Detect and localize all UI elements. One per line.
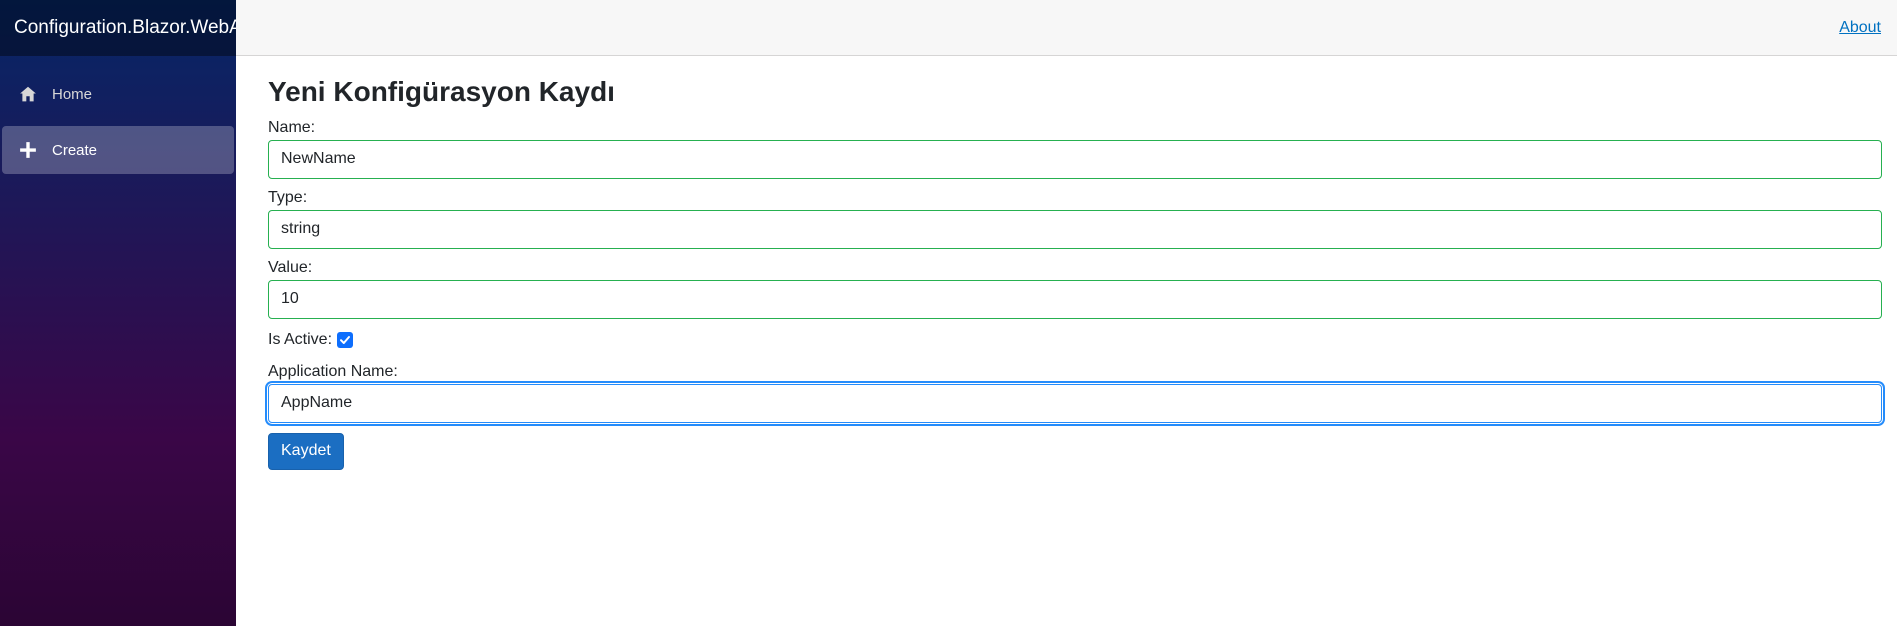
brand-bar: Configuration.Blazor.WebApp xyxy=(0,0,236,56)
home-icon xyxy=(18,84,38,104)
sidebar: Configuration.Blazor.WebApp Home Create xyxy=(0,0,236,626)
name-input[interactable] xyxy=(268,139,1882,179)
config-form: Name: Type: Value: Is Active: Applicatio… xyxy=(268,118,1882,470)
sidebar-item-label: Create xyxy=(52,141,98,159)
plus-icon xyxy=(18,140,38,160)
sidebar-item-home[interactable]: Home xyxy=(2,70,234,118)
nav-menu: Home Create xyxy=(0,56,236,174)
value-input[interactable] xyxy=(268,279,1882,319)
check-icon xyxy=(340,335,351,344)
is-active-row: Is Active: xyxy=(268,328,1882,352)
sidebar-item-label: Home xyxy=(52,85,93,103)
type-input[interactable] xyxy=(268,209,1882,249)
is-active-checkbox[interactable] xyxy=(337,331,354,348)
page-title: Yeni Konfigürasyon Kaydı xyxy=(268,76,615,107)
application-name-input[interactable] xyxy=(268,383,1882,423)
about-link[interactable]: About xyxy=(1839,19,1881,37)
app-brand[interactable]: Configuration.Blazor.WebApp xyxy=(14,17,236,39)
name-label: Name: xyxy=(268,118,316,136)
top-row: About xyxy=(236,0,1897,56)
value-label: Value: xyxy=(268,258,313,276)
application-name-label: Application Name: xyxy=(268,362,398,380)
is-active-label: Is Active: xyxy=(268,330,333,348)
main-content: Yeni Konfigürasyon Kaydı Name: Type: Val… xyxy=(268,56,1882,470)
save-button[interactable]: Kaydet xyxy=(268,432,344,470)
type-label: Type: xyxy=(268,188,308,206)
sidebar-item-create[interactable]: Create xyxy=(2,126,234,174)
